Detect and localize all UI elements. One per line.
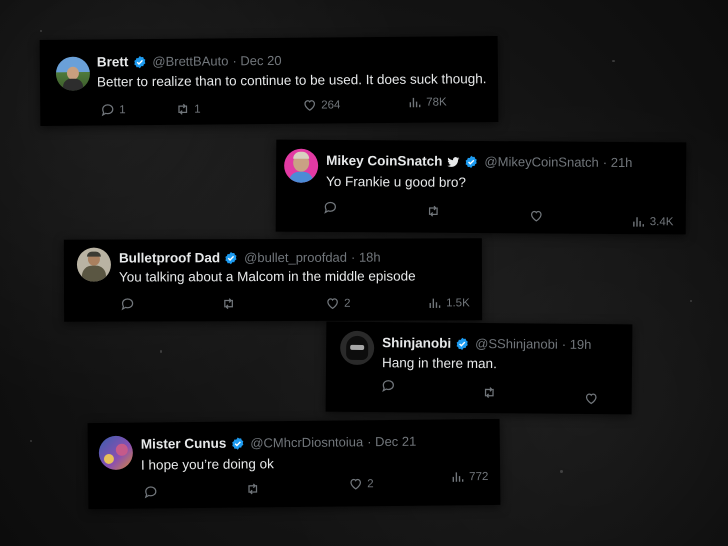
view-count: 3.4K bbox=[649, 215, 674, 228]
heart-icon bbox=[530, 210, 542, 222]
retweet-icon bbox=[248, 483, 258, 495]
tweet-header: Bulletproof Dad @bullet_proofdad · 18h bbox=[119, 250, 381, 267]
display-name[interactable]: Mikey CoinSnatch bbox=[326, 153, 442, 170]
views-bar-chart-icon bbox=[429, 298, 441, 308]
views-button[interactable]: 1.5K bbox=[427, 295, 470, 310]
retweet-icon bbox=[428, 205, 438, 217]
user-handle[interactable]: @BrettBAuto bbox=[152, 53, 228, 70]
reply-button[interactable] bbox=[323, 200, 342, 215]
verified-badge-icon bbox=[231, 437, 243, 450]
user-handle[interactable]: @CMhcrDiosntoiua bbox=[250, 434, 363, 451]
display-name[interactable]: Bulletproof Dad bbox=[119, 250, 220, 266]
verified-badge-icon bbox=[133, 56, 145, 69]
views-bar-chart-icon bbox=[409, 97, 421, 108]
tweet-text: Yo Frankie u good bro? bbox=[325, 173, 466, 190]
like-count: 2 bbox=[344, 297, 351, 310]
views-bar-chart-icon bbox=[452, 472, 464, 482]
reply-count: 1 bbox=[119, 103, 126, 116]
retweet-icon bbox=[178, 103, 188, 115]
timestamp[interactable]: · 21h bbox=[603, 155, 633, 171]
like-button[interactable] bbox=[584, 391, 603, 406]
timestamp[interactable]: · Dec 20 bbox=[232, 53, 281, 69]
reply-button[interactable] bbox=[143, 484, 162, 499]
like-button[interactable]: 2 bbox=[325, 296, 351, 311]
reply-button[interactable]: 1 bbox=[100, 102, 126, 117]
background-speck bbox=[612, 60, 615, 62]
retweet-button[interactable] bbox=[426, 204, 445, 219]
background-speck bbox=[30, 440, 32, 442]
retweet-button[interactable] bbox=[221, 296, 240, 311]
view-count: 78K bbox=[426, 95, 447, 109]
like-count: 2 bbox=[367, 477, 374, 490]
retweet-button[interactable]: 1 bbox=[175, 102, 201, 117]
heart-icon bbox=[585, 393, 597, 405]
like-button[interactable]: 264 bbox=[302, 97, 340, 112]
background-speck bbox=[40, 30, 42, 32]
view-count: 772 bbox=[469, 470, 489, 483]
tweet-header: Shinjanobi @SShinjanobi · 19h bbox=[382, 335, 591, 353]
background-speck bbox=[160, 350, 162, 353]
tweet-header: Mikey CoinSnatch @MikeyCoinSnatch · 21h bbox=[326, 153, 632, 171]
tweet-card[interactable]: Mister Cunus @CMhcrDiosntoiua · Dec 21 I… bbox=[87, 418, 501, 510]
views-button[interactable]: 78K bbox=[407, 94, 447, 109]
verified-badge-icon bbox=[465, 155, 478, 169]
avatar[interactable] bbox=[284, 148, 319, 183]
retweet-count: 1 bbox=[194, 103, 201, 116]
avatar[interactable] bbox=[340, 330, 375, 366]
reply-button[interactable] bbox=[120, 296, 139, 311]
heart-icon bbox=[327, 298, 338, 310]
tweet-header: Mister Cunus @CMhcrDiosntoiua · Dec 21 bbox=[141, 434, 417, 453]
like-button[interactable]: 2 bbox=[348, 476, 374, 491]
reply-icon bbox=[101, 104, 114, 117]
display-name[interactable]: Brett bbox=[97, 54, 129, 70]
avatar[interactable] bbox=[55, 56, 91, 91]
background-speck bbox=[690, 300, 692, 302]
retweet-button[interactable] bbox=[245, 481, 264, 496]
like-button[interactable] bbox=[529, 208, 548, 223]
display-name[interactable]: Mister Cunus bbox=[141, 436, 227, 453]
tweet-text: I hope you’re doing ok bbox=[140, 456, 274, 473]
views-bar-chart-icon bbox=[633, 217, 644, 227]
tweet-text: Better to realize than to continue to be… bbox=[96, 71, 487, 90]
avatar[interactable] bbox=[76, 247, 112, 282]
reply-button[interactable] bbox=[381, 378, 400, 393]
heart-icon bbox=[304, 100, 316, 111]
verified-badge-icon bbox=[456, 337, 468, 350]
tweet-card[interactable]: Shinjanobi @SShinjanobi · 19h Hang in th… bbox=[325, 321, 633, 415]
tweet-card[interactable]: Bulletproof Dad @bullet_proofdad · 18h Y… bbox=[63, 238, 483, 322]
user-handle[interactable]: @bullet_proofdad bbox=[244, 250, 347, 266]
reply-icon bbox=[324, 201, 336, 214]
tweet-text: Hang in there man. bbox=[381, 355, 497, 372]
user-handle[interactable]: @SShinjanobi bbox=[475, 336, 558, 353]
retweet-button[interactable] bbox=[482, 385, 501, 400]
reply-icon bbox=[144, 486, 157, 499]
views-button[interactable]: 772 bbox=[450, 469, 488, 484]
verified-badge-icon bbox=[225, 252, 237, 265]
display-name[interactable]: Shinjanobi bbox=[382, 335, 451, 352]
reply-icon bbox=[382, 380, 394, 392]
retweet-icon bbox=[224, 298, 233, 310]
timestamp[interactable]: · Dec 21 bbox=[367, 434, 416, 451]
view-count: 1.5K bbox=[446, 296, 470, 309]
retweet-icon bbox=[484, 387, 494, 399]
tweet-header: Brett @BrettBAuto · Dec 20 bbox=[97, 53, 282, 71]
reply-icon bbox=[121, 298, 134, 311]
user-handle[interactable]: @MikeyCoinSnatch bbox=[484, 154, 598, 171]
views-button[interactable]: 3.4K bbox=[631, 214, 674, 229]
like-count: 264 bbox=[321, 98, 341, 112]
twitter-bird-icon bbox=[447, 157, 460, 167]
avatar[interactable] bbox=[98, 435, 134, 471]
tweet-card[interactable]: Brett @BrettBAuto · Dec 20 Better to rea… bbox=[39, 36, 499, 126]
timestamp[interactable]: · 19h bbox=[562, 337, 592, 353]
heart-icon bbox=[350, 478, 362, 490]
timestamp[interactable]: · 18h bbox=[351, 250, 381, 266]
tweet-text: You talking about a Malcom in the middle… bbox=[118, 268, 416, 285]
tweet-card[interactable]: Mikey CoinSnatch @MikeyCoinSnatch · 21h … bbox=[275, 139, 687, 235]
background-speck bbox=[560, 470, 563, 473]
